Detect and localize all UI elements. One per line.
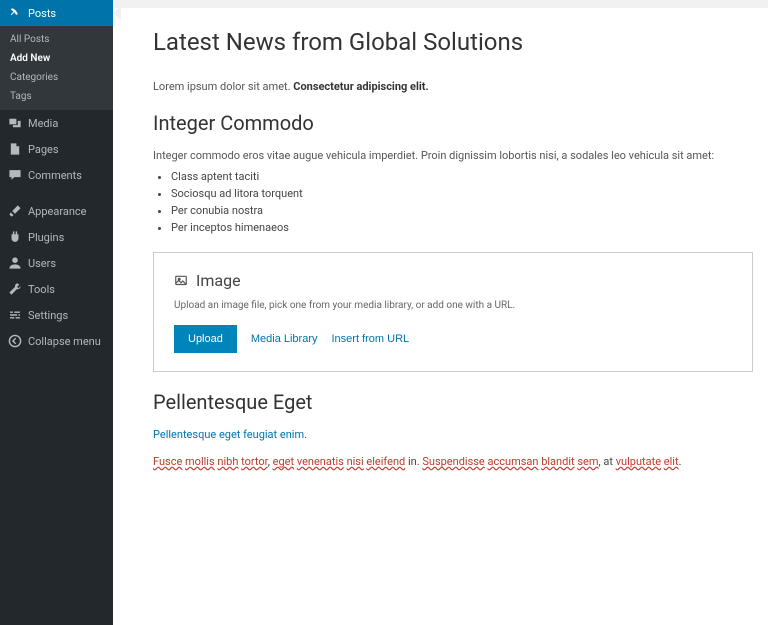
editor-canvas[interactable]: Latest News from Global Solutions Lorem … (113, 8, 768, 625)
paragraph-2[interactable]: Integer commodo eros vitae augue vehicul… (153, 149, 753, 162)
admin-sidebar: Posts All Posts Add New Categories Tags … (0, 0, 113, 625)
sidebar-label-collapse: Collapse menu (28, 335, 101, 348)
sidebar-item-posts[interactable]: Posts (0, 0, 113, 26)
list-item[interactable]: Per conubia nostra (171, 204, 753, 217)
sidebar-label-users: Users (28, 257, 56, 270)
spellcheck-paragraph[interactable]: Fusce mollis nibh tortor, eget venenatis… (153, 455, 753, 468)
image-block-actions: Upload Media Library Insert from URL (174, 325, 732, 353)
sidebar-label-comments: Comments (28, 169, 82, 182)
sliders-icon (8, 308, 22, 322)
link-paragraph[interactable]: Pellentesque eget feugiat enim. (153, 428, 753, 441)
sidebar-sub-add-new[interactable]: Add New (0, 49, 113, 68)
media-icon (8, 116, 22, 130)
sidebar-item-comments[interactable]: Comments (0, 162, 113, 188)
upload-button[interactable]: Upload (174, 325, 237, 353)
sidebar-label-plugins: Plugins (28, 231, 64, 244)
image-block-placeholder[interactable]: Image Upload an image file, pick one fro… (153, 252, 753, 372)
sidebar-item-pages[interactable]: Pages (0, 136, 113, 162)
pushpin-icon (8, 6, 22, 20)
sidebar-item-collapse[interactable]: Collapse menu (0, 328, 113, 354)
image-block-desc: Upload an image file, pick one from your… (174, 300, 732, 311)
list-item[interactable]: Class aptent taciti (171, 170, 753, 183)
insert-from-url-button[interactable]: Insert from URL (332, 333, 410, 345)
page-title[interactable]: Latest News from Global Solutions (153, 28, 753, 56)
sidebar-sub-tags[interactable]: Tags (0, 87, 113, 106)
sidebar-label-pages: Pages (28, 143, 59, 156)
sidebar-sub-all-posts[interactable]: All Posts (0, 30, 113, 49)
intro-bold: Consectetur adipiscing elit. (293, 80, 428, 93)
brush-icon (8, 204, 22, 218)
sidebar-item-settings[interactable]: Settings (0, 302, 113, 328)
heading-pellentesque-eget[interactable]: Pellentesque Eget (153, 390, 753, 414)
wrench-icon (8, 282, 22, 296)
media-library-button[interactable]: Media Library (251, 333, 318, 345)
sidebar-item-users[interactable]: Users (0, 250, 113, 276)
plug-icon (8, 230, 22, 244)
image-icon (174, 274, 188, 288)
sidebar-label-settings: Settings (28, 309, 68, 322)
heading-integer-commodo[interactable]: Integer Commodo (153, 111, 753, 135)
sidebar-sub-categories[interactable]: Categories (0, 68, 113, 87)
sidebar-label-media: Media (28, 117, 58, 130)
post-content: Latest News from Global Solutions Lorem … (153, 28, 753, 468)
intro-paragraph[interactable]: Lorem ipsum dolor sit amet. Consectetur … (153, 80, 753, 93)
sidebar-item-appearance[interactable]: Appearance (0, 198, 113, 224)
image-block-header: Image (174, 271, 732, 290)
sidebar-item-plugins[interactable]: Plugins (0, 224, 113, 250)
bullet-list[interactable]: Class aptent taciti Sociosqu ad litora t… (153, 170, 753, 234)
image-block-label: Image (196, 271, 241, 290)
user-icon (8, 256, 22, 270)
sidebar-item-media[interactable]: Media (0, 110, 113, 136)
list-item[interactable]: Per inceptos himenaeos (171, 221, 753, 234)
comments-icon (8, 168, 22, 182)
sidebar-label-tools: Tools (28, 283, 55, 296)
sidebar-submenu-posts: All Posts Add New Categories Tags (0, 26, 113, 110)
collapse-icon (8, 334, 22, 348)
sidebar-label-posts: Posts (28, 7, 56, 20)
intro-text: Lorem ipsum dolor sit amet. (153, 80, 293, 93)
sidebar-item-tools[interactable]: Tools (0, 276, 113, 302)
list-item[interactable]: Sociosqu ad litora torquent (171, 187, 753, 200)
sidebar-label-appearance: Appearance (28, 205, 87, 218)
pages-icon (8, 142, 22, 156)
